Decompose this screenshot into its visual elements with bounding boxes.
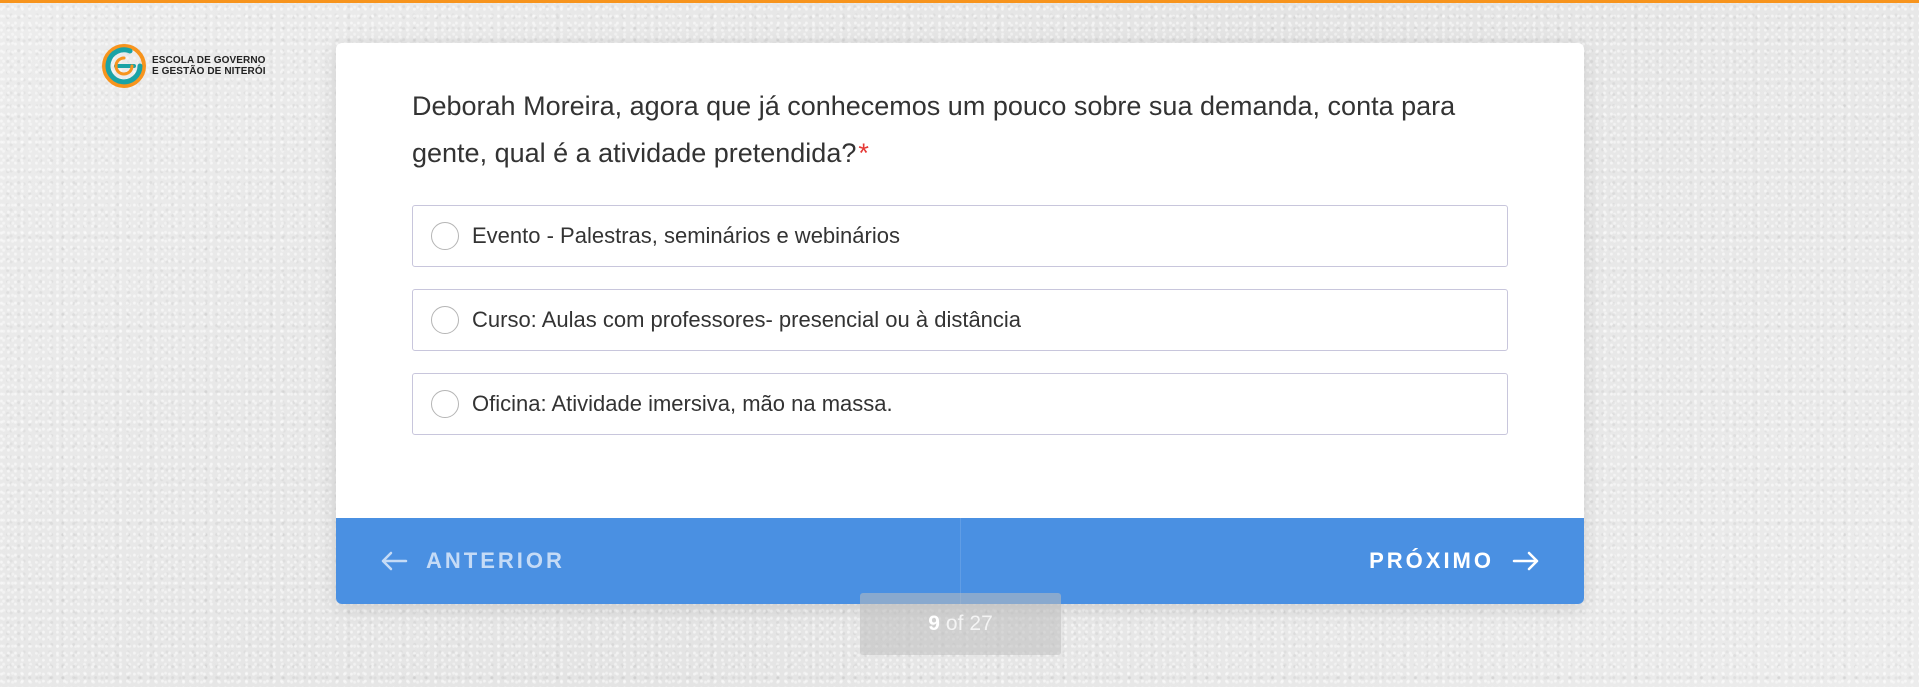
progress-current: 9 (928, 612, 940, 635)
option-curso[interactable]: Curso: Aulas com professores- presencial… (412, 289, 1508, 351)
question-text: Deborah Moreira, agora que já conhecemos… (412, 83, 1512, 177)
next-label: PRÓXIMO (1369, 548, 1494, 573)
option-label: Curso: Aulas com professores- presencial… (472, 307, 1022, 332)
option-label: Evento - Palestras, seminários e webinár… (472, 223, 900, 248)
previous-label: ANTERIOR (426, 548, 565, 573)
question-card: Deborah Moreira, agora que já conhecemos… (336, 43, 1584, 604)
option-oficina[interactable]: Oficina: Atividade imersiva, mão na mass… (412, 373, 1508, 435)
logo-line1: ESCOLA DE GOVERNO (152, 55, 266, 66)
radio-button[interactable] (431, 222, 459, 250)
option-label: Oficina: Atividade imersiva, mão na mass… (472, 391, 893, 416)
progress-indicator: 9 of 27 (860, 593, 1061, 655)
logo-mark-icon (100, 42, 148, 90)
arrow-right-icon (1512, 550, 1540, 572)
question-label: Deborah Moreira, agora que já conhecemos… (412, 91, 1456, 168)
progress-of: of (945, 612, 964, 635)
progress-total: 27 (969, 612, 993, 635)
previous-button[interactable]: ANTERIOR (336, 518, 961, 604)
radio-button[interactable] (431, 390, 459, 418)
navigation-bar: ANTERIOR PRÓXIMO (336, 518, 1584, 604)
logo-line2: E GESTÃO DE NITERÓI (152, 66, 266, 77)
next-button[interactable]: PRÓXIMO (961, 518, 1585, 604)
required-mark: * (858, 138, 869, 168)
top-accent-bar (0, 0, 1919, 3)
logo-text: ESCOLA DE GOVERNO E GESTÃO DE NITERÓI (152, 55, 266, 77)
options-list: Evento - Palestras, seminários e webinár… (412, 205, 1508, 457)
logo: ESCOLA DE GOVERNO E GESTÃO DE NITERÓI (100, 42, 266, 90)
arrow-left-icon (380, 550, 408, 572)
radio-button[interactable] (431, 306, 459, 334)
option-evento[interactable]: Evento - Palestras, seminários e webinár… (412, 205, 1508, 267)
